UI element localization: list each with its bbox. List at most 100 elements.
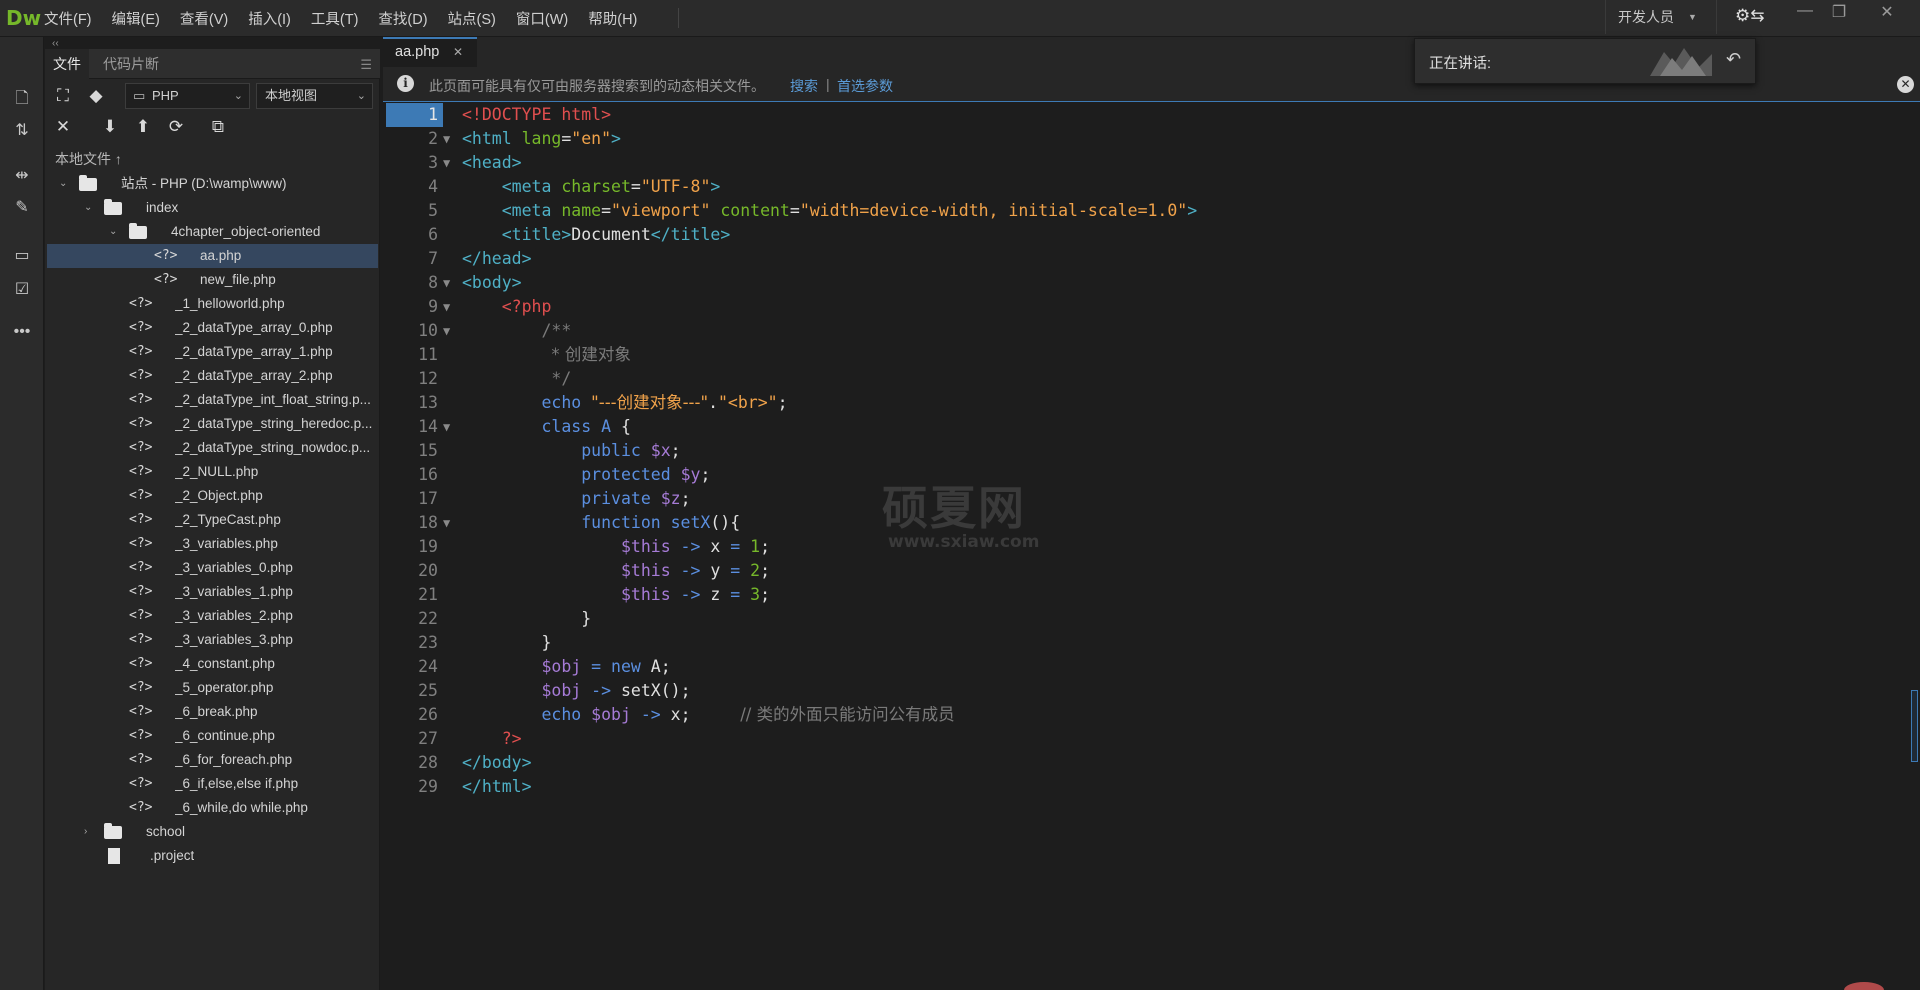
tree-item[interactable]: <?> _6_for_foreach.php (47, 748, 378, 772)
tree-item[interactable]: <?> _2_Object.php (47, 484, 378, 508)
tree-item[interactable]: <?> _6_while,do while.php (47, 796, 378, 820)
connect-icon[interactable]: ⛶ (50, 83, 76, 109)
tree-item[interactable]: .project (47, 844, 378, 868)
tree-item[interactable]: ⌄ 4chapter_object-oriented (47, 220, 378, 244)
more-icon[interactable]: ••• (9, 323, 35, 347)
fold-icon[interactable]: ▼ (443, 319, 450, 343)
tree-item[interactable]: <?> _2_dataType_int_float_string.p... (47, 388, 378, 412)
menu-item[interactable]: 查看(V) (180, 8, 228, 29)
tree-item[interactable]: <?> _2_dataType_array_0.php (47, 316, 378, 340)
disconnect-icon[interactable]: ✕ (50, 114, 76, 140)
checklist-icon[interactable]: ☑ (9, 279, 35, 303)
get-files-icon[interactable]: ⬇ (97, 114, 123, 140)
workspace-switcher[interactable]: 开发人员 ▼ (1605, 0, 1717, 34)
fold-icon[interactable]: ▼ (443, 271, 450, 295)
git-icon[interactable]: ◆ (83, 83, 109, 109)
code-token: */ (551, 369, 572, 388)
sync-settings-icon[interactable]: ⚙⇆ (1735, 6, 1767, 30)
close-icon[interactable]: ✕ (453, 45, 463, 59)
tree-item[interactable]: <?> _6_if,else,else if.php (47, 772, 378, 796)
menu-item[interactable]: 窗口(W) (516, 8, 568, 29)
sync-arrows-icon[interactable]: ⇅ (9, 120, 35, 144)
menu-item[interactable]: 工具(T) (311, 8, 359, 29)
code-token: echo (541, 705, 592, 724)
tab-files[interactable]: 文件 (45, 49, 89, 79)
close-icon[interactable]: ✕ (1897, 76, 1914, 93)
close-window-button[interactable]: ✕ (1872, 2, 1902, 24)
tree-item[interactable]: <?> _2_dataType_array_1.php (47, 340, 378, 364)
menu-item[interactable]: 编辑(E) (112, 8, 160, 29)
new-file-icon[interactable]: 🗋 (9, 87, 35, 111)
tree-item[interactable]: <?> _6_continue.php (47, 724, 378, 748)
php-file-icon: <?> (129, 464, 153, 479)
preferences-link[interactable]: 首选参数 (837, 76, 893, 96)
chevron-down-icon[interactable]: ⌄ (109, 220, 117, 244)
reply-icon[interactable]: ↶ (1726, 49, 1741, 70)
chevron-down-icon[interactable]: ⌄ (59, 172, 67, 196)
code-token: "UTF-8" (640, 177, 711, 196)
restore-button[interactable]: ❐ (1824, 2, 1854, 24)
fold-icon[interactable]: ▼ (443, 127, 450, 151)
view-dropdown[interactable]: 本地视图 ⌄ (256, 83, 373, 109)
tree-item[interactable]: <?> _1_helloworld.php (47, 292, 378, 316)
tree-item[interactable]: <?> new_file.php (47, 268, 378, 292)
menu-item[interactable]: 文件(F) (44, 8, 92, 29)
chevron-down-icon[interactable]: ⌄ (84, 196, 92, 220)
tree-item[interactable]: <?> _3_variables.php (47, 532, 378, 556)
menu-item[interactable]: 查找(D) (378, 8, 427, 29)
search-link[interactable]: 搜索 (790, 76, 818, 96)
tree-item-label: 站点 - PHP (D:\wamp\www) (121, 176, 287, 191)
tree-item[interactable]: <?> _5_operator.php (47, 676, 378, 700)
tree-item[interactable]: <?> _4_constant.php (47, 652, 378, 676)
code-token: = (630, 177, 641, 196)
tree-item[interactable]: <?> _6_break.php (47, 700, 378, 724)
tree-item[interactable]: <?> _3_variables_0.php (47, 556, 378, 580)
scroll-marker[interactable] (1911, 690, 1918, 762)
tree-item[interactable]: <?> _2_TypeCast.php (47, 508, 378, 532)
code-text: <html lang="en"> (462, 127, 621, 151)
file-tree: ⌄ 站点 - PHP (D:\wamp\www) ⌄ index ⌄ 4chapter_o… (47, 172, 378, 868)
chevron-down-icon: ▼ (1688, 12, 1697, 22)
php-file-icon: <?> (129, 320, 153, 335)
php-file-icon: <?> (129, 752, 153, 767)
menu-item[interactable]: 站点(S) (448, 8, 496, 29)
chat-icon[interactable]: ▭ (9, 245, 35, 269)
site-dropdown[interactable]: ▭ PHP ⌄ (125, 83, 250, 109)
panel-menu-icon[interactable]: ☰ (360, 57, 372, 73)
fold-icon[interactable]: ▼ (443, 511, 450, 535)
fold-icon[interactable]: ▼ (443, 415, 450, 439)
refresh-icon[interactable]: ⟳ (163, 114, 189, 140)
tree-item[interactable]: <?> aa.php (47, 244, 378, 268)
tree-item[interactable]: <?> _3_variables_3.php (47, 628, 378, 652)
tree-item[interactable]: <?> _3_variables_1.php (47, 580, 378, 604)
tree-item[interactable]: ⌄ 站点 - PHP (D:\wamp\www) (47, 172, 378, 196)
tree-item[interactable]: <?> _3_variables_2.php (47, 604, 378, 628)
tree-item[interactable]: <?> _2_dataType_string_nowdoc.p... (47, 436, 378, 460)
menu-item[interactable]: 插入(I) (248, 8, 291, 29)
code-area[interactable]: 1 <!DOCTYPE html> 2 ▼ <html lang="en"> 3 ▼ <hea… (383, 103, 1920, 990)
fold-icon[interactable]: ▼ (443, 295, 450, 319)
expand-panel-icon[interactable]: ⧉ (205, 114, 231, 140)
document-tab-label: aa.php (395, 44, 440, 60)
document-tab[interactable]: aa.php ✕ (383, 37, 477, 67)
tree-item[interactable]: ⌄ index (47, 196, 378, 220)
expand-icon[interactable]: ⇹ (9, 165, 35, 189)
tree-item-label: _2_dataType_string_heredoc.p... (175, 416, 373, 431)
tree-item[interactable]: <?> _2_NULL.php (47, 460, 378, 484)
menu-item[interactable]: 帮助(H) (588, 8, 637, 29)
minimize-button[interactable]: — (1790, 2, 1820, 24)
brush-icon[interactable]: ✎ (9, 197, 35, 221)
code-line: 4 <meta charset="UTF-8"> (383, 175, 1920, 199)
tree-item[interactable]: › school (47, 820, 378, 844)
local-files-header[interactable]: 本地文件 ↑ (55, 149, 122, 169)
panel-collapse-icon[interactable]: ‹‹ (52, 38, 59, 49)
line-number: 27 (418, 729, 438, 748)
tab-snippets[interactable]: 代码片断 (95, 49, 167, 79)
tree-item[interactable]: <?> _2_dataType_array_2.php (47, 364, 378, 388)
code-token: = (581, 657, 612, 676)
tree-item[interactable]: <?> _2_dataType_string_heredoc.p... (47, 412, 378, 436)
fold-icon[interactable]: ▼ (443, 151, 450, 175)
chevron-right-icon[interactable]: › (84, 820, 87, 844)
put-files-icon[interactable]: ⬆ (130, 114, 156, 140)
